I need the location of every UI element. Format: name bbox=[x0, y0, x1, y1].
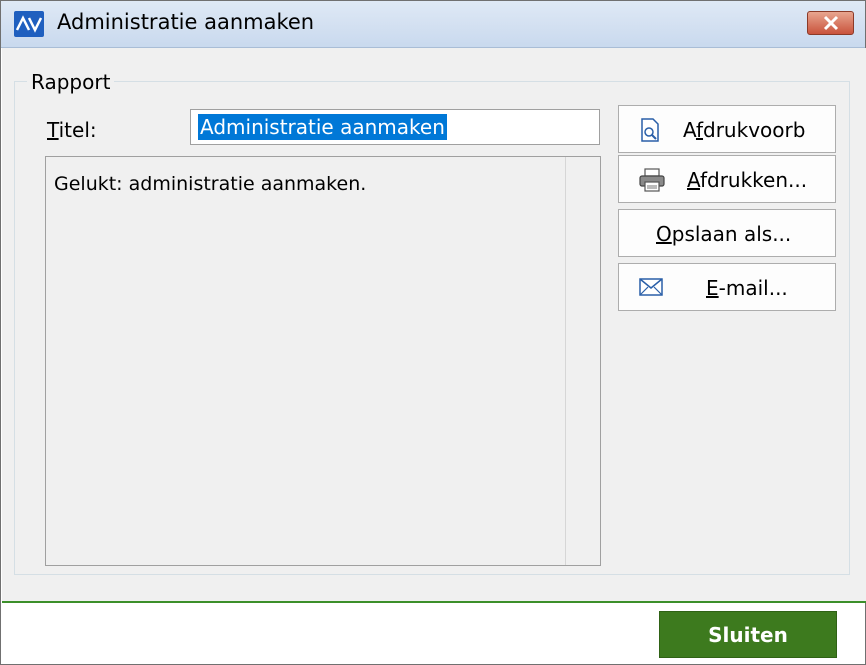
print-preview-button[interactable]: Afdrukvoorb bbox=[618, 105, 836, 153]
window-title: Administratie aanmaken bbox=[57, 10, 315, 34]
save-as-label-post: pslaan als... bbox=[671, 222, 792, 246]
report-text: Gelukt: administratie aanmaken. bbox=[54, 173, 367, 195]
print-label-post: fdrukken... bbox=[699, 168, 808, 192]
print-label: Afdrukken... bbox=[687, 168, 807, 192]
save-as-label: Opslaan als... bbox=[656, 222, 791, 246]
print-preview-label-accel: f bbox=[695, 118, 704, 142]
title-bar: Administratie aanmaken bbox=[1, 1, 865, 48]
title-label-text: itel: bbox=[58, 118, 97, 142]
footer-divider bbox=[2, 601, 866, 603]
print-preview-icon bbox=[641, 118, 659, 142]
av-logo-icon bbox=[14, 11, 44, 37]
print-button[interactable]: Afdrukken... bbox=[618, 155, 836, 203]
save-as-button[interactable]: Opslaan als... bbox=[618, 209, 836, 257]
dialog-client-area: Rapport Titel: Administratie aanmaken Ge… bbox=[2, 48, 866, 601]
printer-icon bbox=[639, 168, 665, 192]
dialog-window: Administratie aanmaken Rapport Titel: Ad… bbox=[0, 0, 866, 665]
title-input[interactable]: Administratie aanmaken bbox=[190, 109, 600, 145]
email-label-post: -mail... bbox=[718, 276, 788, 300]
print-preview-label-post: drukvoorb bbox=[703, 118, 806, 142]
email-label-accel: E bbox=[706, 276, 719, 300]
close-window-button[interactable] bbox=[807, 11, 854, 35]
title-label-accelerator: T bbox=[47, 118, 59, 142]
print-label-accel: A bbox=[687, 168, 700, 192]
report-textarea[interactable]: Gelukt: administratie aanmaken. bbox=[45, 156, 601, 566]
close-icon bbox=[823, 15, 839, 31]
email-button[interactable]: E-mail... bbox=[618, 263, 836, 311]
report-scrollbar[interactable] bbox=[565, 157, 600, 565]
title-field-label: Titel: bbox=[47, 118, 97, 142]
report-group-legend: Rapport bbox=[27, 70, 115, 94]
print-preview-label-pre: A bbox=[683, 118, 696, 142]
save-as-label-accel: O bbox=[656, 222, 672, 246]
envelope-icon bbox=[639, 278, 663, 296]
close-button[interactable]: Sluiten bbox=[659, 611, 837, 658]
title-input-value: Administratie aanmaken bbox=[198, 114, 447, 140]
email-label: E-mail... bbox=[706, 276, 788, 300]
print-preview-label: Afdrukvoorb bbox=[683, 118, 805, 142]
